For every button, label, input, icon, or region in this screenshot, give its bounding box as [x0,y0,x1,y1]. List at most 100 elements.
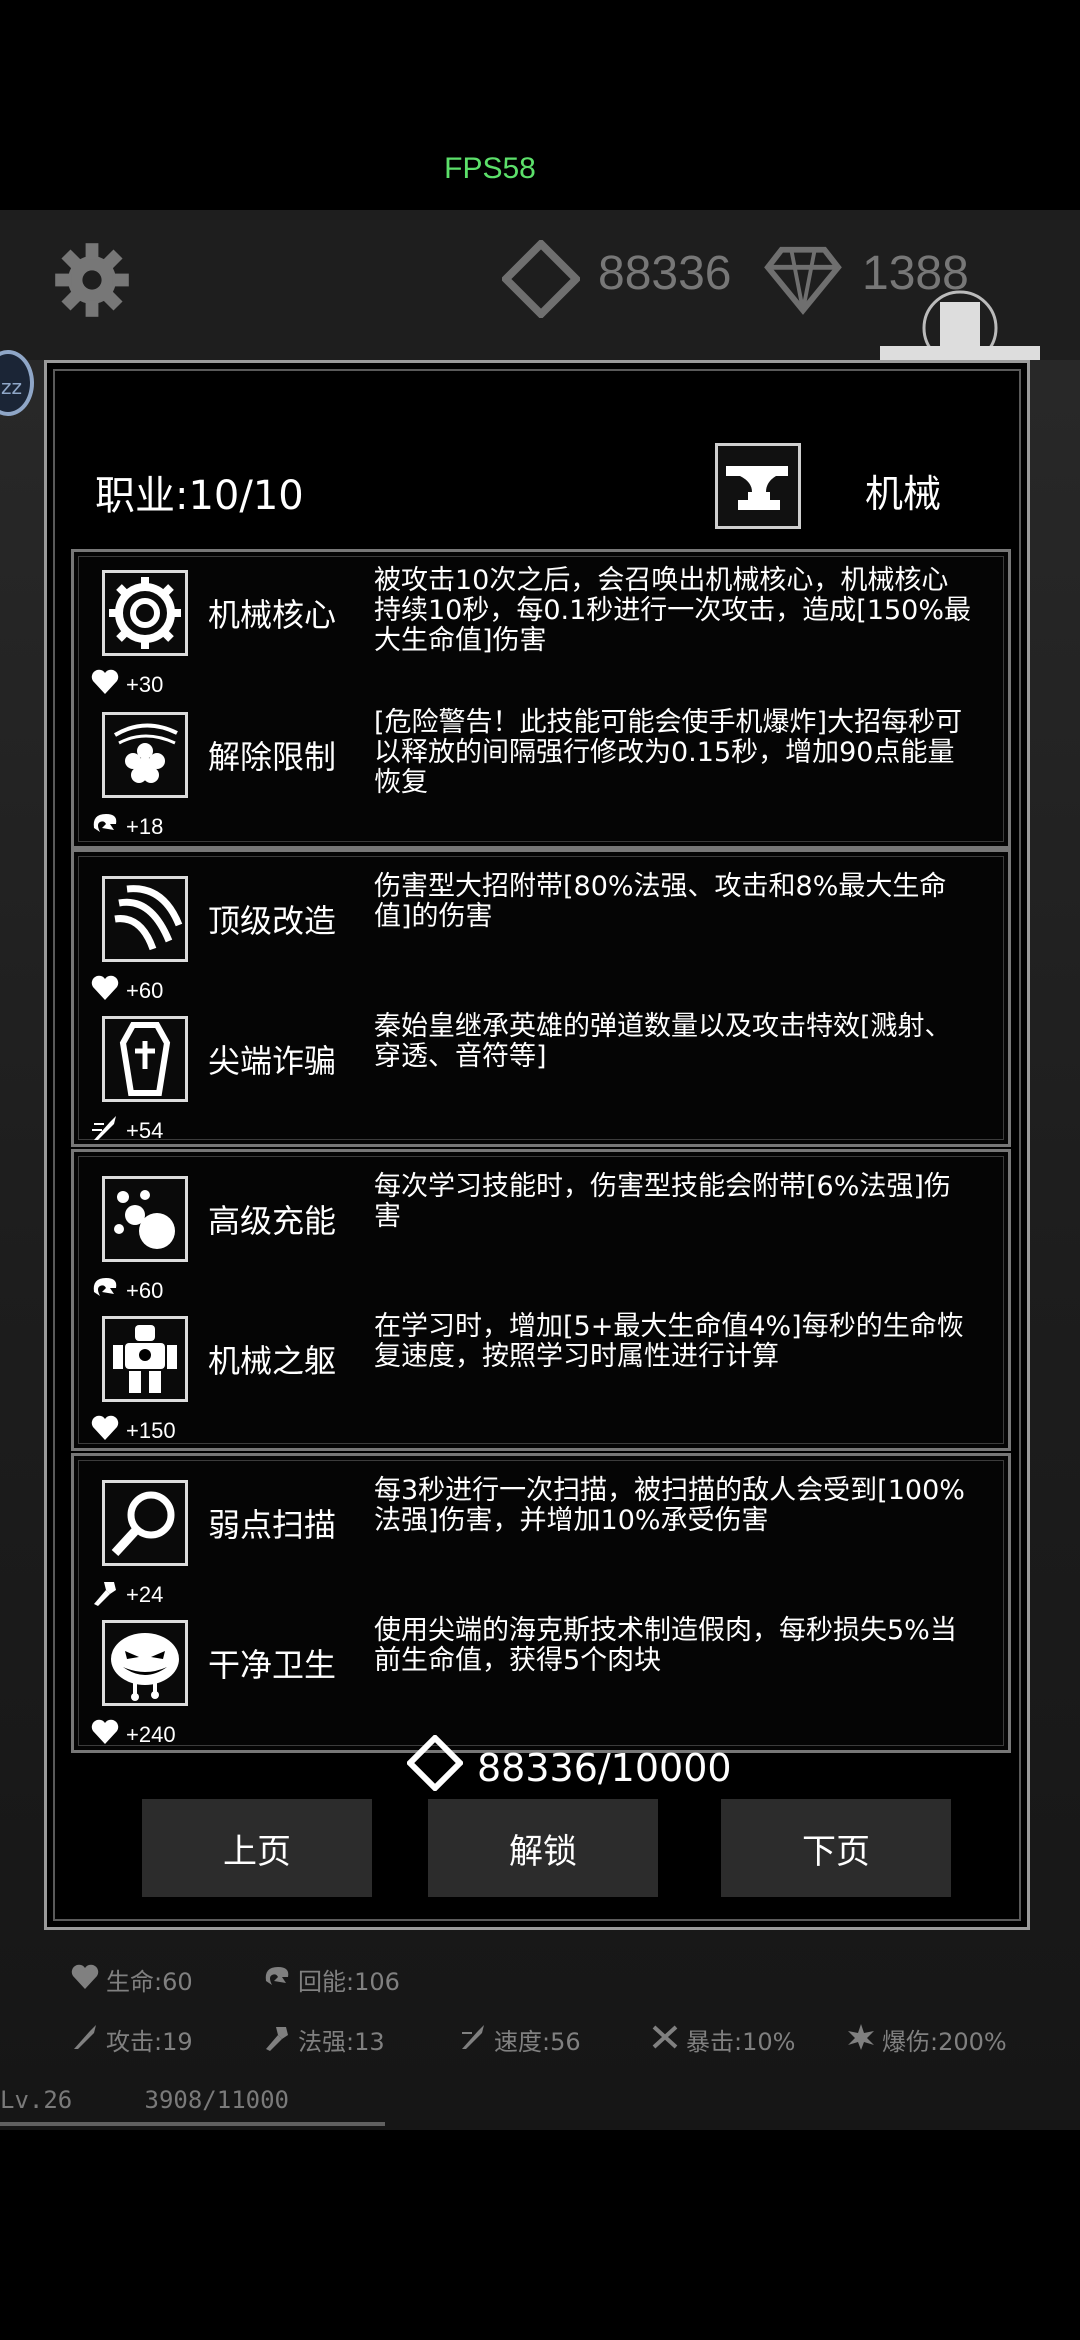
skill-description: 使用尖端的海克斯技术制造假肉，每秒损失5%当前生命值，获得5个肉块 [374,1615,957,1676]
crit-icon [650,2023,680,2057]
regen-icon [262,1963,292,1997]
speed-icon [458,2023,488,2057]
stat-value: +30 [126,672,164,697]
skill-description: [危险警告！此技能可能会使手机爆炸]大招每秒可以释放的间隔强行修改为0.15秒，… [374,707,963,798]
skill-description: 秦始皇继承英雄的弹道数量以及攻击特效[溅射、穿透、音符等] [374,1011,952,1072]
stat-magic-label: 法强:13 [298,2028,385,2056]
xp-label: 3908/11000 [144,2086,290,2114]
stat-value: +60 [126,978,164,1003]
anvil-icon [715,443,801,529]
stat-hp: 生命:60 [70,1962,193,1997]
fps-counter: FPS58 [444,152,536,185]
stat-crit-dmg: 爆伤:200% [846,2022,1007,2057]
heart-icon [70,1963,100,1997]
skill-item[interactable]: 干净卫生 使用尖端的海克斯技术制造假肉，每秒损失5%当前生命值，获得5个肉块 +… [74,1610,1008,1750]
class-name: 机械 [865,472,942,516]
regen-icon [90,1274,120,1308]
skill-item[interactable]: 机械核心 被攻击10次之后，会召唤出机械核心，机械核心持续10秒，每0.1秒进行… [74,560,1008,700]
skill-stat: +240 [90,1718,176,1752]
settings-gear-icon[interactable] [52,240,132,320]
coin-diamond-icon [500,238,582,320]
skill-unlock-dialog: 职业:10/10 机械 机械核心 被攻击10次之后，会召唤出机械核心，机械核心持… [44,360,1030,1930]
skill-item[interactable]: 弱点扫描 每3秒进行一次扫描，被扫描的敌人会受到[100%法强]伤害，并增加10… [74,1470,1008,1610]
stat-regen-label: 回能:106 [298,1968,400,1996]
skill-group-4: 弱点扫描 每3秒进行一次扫描，被扫描的敌人会受到[100%法强]伤害，并增加10… [71,1453,1011,1753]
level-label: Lv.26 [0,2086,73,2114]
stat-value: +150 [126,1418,176,1443]
skill-stat: +24 [90,1578,163,1612]
stat-value: +54 [126,1118,164,1143]
charge-orbs-icon [102,1176,188,1262]
heart-icon [90,974,120,1008]
next-page-button[interactable]: 下页 [721,1799,951,1897]
heart-icon [90,668,120,702]
stat-crit: 暴击:10% [650,2022,795,2057]
hero-portrait-icon [860,288,1060,368]
stat-value: +240 [126,1722,176,1747]
xp-progress-bar [0,2122,385,2126]
unlock-button[interactable]: 解锁 [428,1799,658,1897]
stat-value: +24 [126,1582,164,1607]
skill-stat: +54 [90,1114,163,1148]
skill-name: 解除限制 [208,738,337,776]
stat-regen: 回能:106 [262,1962,400,1997]
skill-description: 在学习时，增加[5+最大生命值4%]每秒的生命恢复速度，按照学习时属性进行计算 [374,1311,964,1372]
skill-description: 伤害型大招附带[80%法强、攻击和8%最大生命值]的伤害 [374,871,947,932]
magic-icon [90,1578,120,1612]
stat-crit-label: 暴击:10% [686,2028,796,2056]
gear-core-icon [102,570,188,656]
skill-name: 高级充能 [208,1202,337,1240]
skill-name: 干净卫生 [208,1646,337,1684]
stat-speed: 速度:56 [458,2022,581,2057]
stat-atk-label: 攻击:19 [106,2028,193,2056]
skill-group-3: 高级充能 每次学习技能时，伤害型技能会附带[6%法强]伤害 +60 机械之躯 在… [71,1149,1011,1451]
magic-icon [262,2023,292,2057]
skill-name: 机械之躯 [208,1342,337,1380]
level-info: Lv.26 3908/11000 [0,2086,289,2114]
gem-icon [764,240,842,318]
skill-name: 顶级改造 [208,902,337,940]
speed-icon [90,1114,120,1148]
skill-description: 每次学习技能时，伤害型技能会附带[6%法强]伤害 [374,1171,951,1232]
coin-count: 88336 [598,247,732,300]
skill-description: 每3秒进行一次扫描，被扫描的敌人会受到[100%法强]伤害，并增加10%承受伤害 [374,1475,965,1536]
stat-value: +18 [126,814,164,839]
stat-magic: 法强:13 [262,2022,385,2057]
skill-description: 被攻击10次之后，会召唤出机械核心，机械核心持续10秒，每0.1秒进行一次攻击，… [374,565,972,656]
skill-item[interactable]: 尖端诈骗 秦始皇继承英雄的弹道数量以及攻击特效[溅射、穿透、音符等] +54 [74,1006,1008,1146]
skill-item[interactable]: 机械之躯 在学习时，增加[5+最大生命值4%]每秒的生命恢复速度，按照学习时属性… [74,1306,1008,1446]
prev-page-button[interactable]: 上页 [142,1799,372,1897]
stat-value: +60 [126,1278,164,1303]
skill-name: 机械核心 [208,596,337,634]
cost-value: 88336/10000 [477,1745,732,1790]
skill-item[interactable]: 解除限制 [危险警告！此技能可能会使手机爆炸]大招每秒可以释放的间隔强行修改为0… [74,702,1008,842]
grin-face-icon [102,1620,188,1706]
coffin-icon [102,1016,188,1102]
skill-item[interactable]: 高级充能 每次学习技能时，伤害型技能会附带[6%法强]伤害 +60 [74,1166,1008,1306]
skill-name: 尖端诈骗 [208,1042,337,1080]
skill-stat: +30 [90,668,163,702]
skill-group-2: 顶级改造 伤害型大招附带[80%法强、攻击和8%最大生命值]的伤害 +60 尖端… [71,849,1011,1147]
stat-atk: 攻击:19 [70,2022,193,2057]
skill-group-1: 机械核心 被攻击10次之后，会召唤出机械核心，机械核心持续10秒，每0.1秒进行… [71,549,1011,849]
skill-stat: +60 [90,974,163,1008]
skill-stat: +18 [90,810,163,844]
claw-slash-icon [102,876,188,962]
job-progress-label: 职业:10/10 [95,473,304,519]
skill-stat: +150 [90,1414,176,1448]
magnifier-icon [102,1480,188,1566]
heart-icon [90,1718,120,1752]
regen-icon [90,810,120,844]
heart-icon [90,1414,120,1448]
skill-name: 弱点扫描 [208,1506,337,1544]
skill-item[interactable]: 顶级改造 伤害型大招附带[80%法强、攻击和8%最大生命值]的伤害 +60 [74,866,1008,1006]
sword-icon [70,2023,100,2057]
burst-icon [846,2023,876,2057]
mech-body-icon [102,1316,188,1402]
stat-crit-dmg-label: 爆伤:200% [882,2028,1007,2056]
skill-stat: +60 [90,1274,163,1308]
coin-diamond-icon [405,1733,465,1800]
unlock-cost: 88336/10000 [405,1733,732,1800]
stat-speed-label: 速度:56 [494,2028,581,2056]
flower-burst-icon [102,712,188,798]
